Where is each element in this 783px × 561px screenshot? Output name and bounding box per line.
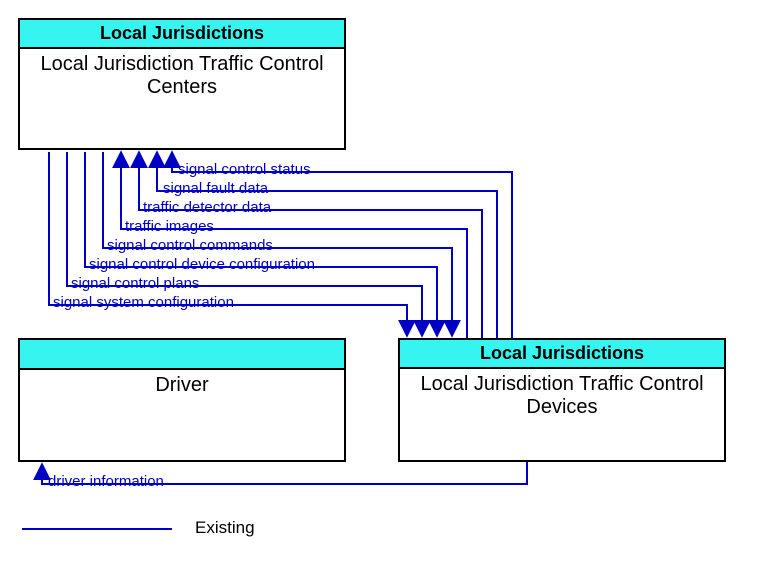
label-driver-information: driver information xyxy=(48,473,164,490)
label-signal-control-device-configuration: signal control device configuration xyxy=(89,256,315,273)
node-local-jurisdiction-traffic-control-devices: Local Jurisdictions Local Jurisdiction T… xyxy=(398,338,726,462)
node-driver: Driver xyxy=(18,338,346,462)
label-traffic-detector-data: traffic detector data xyxy=(143,199,271,216)
node-title: Driver xyxy=(20,370,344,397)
node-title: Local Jurisdiction Traffic Control Devic… xyxy=(400,369,724,419)
node-local-jurisdiction-traffic-control-centers: Local Jurisdictions Local Jurisdiction T… xyxy=(18,18,346,150)
node-title: Local Jurisdiction Traffic Control Cente… xyxy=(20,49,344,99)
label-signal-system-configuration: signal system configuration xyxy=(53,294,234,311)
label-traffic-images: traffic images xyxy=(125,218,214,235)
label-signal-fault-data: signal fault data xyxy=(163,180,268,197)
label-signal-control-commands: signal control commands xyxy=(107,237,273,254)
label-signal-control-status: signal control status xyxy=(178,161,311,178)
node-header xyxy=(20,340,344,370)
node-header: Local Jurisdictions xyxy=(400,340,724,369)
legend-existing-label: Existing xyxy=(195,518,255,538)
legend-existing-line xyxy=(22,528,172,530)
node-header: Local Jurisdictions xyxy=(20,20,344,49)
label-signal-control-plans: signal control plans xyxy=(71,275,199,292)
